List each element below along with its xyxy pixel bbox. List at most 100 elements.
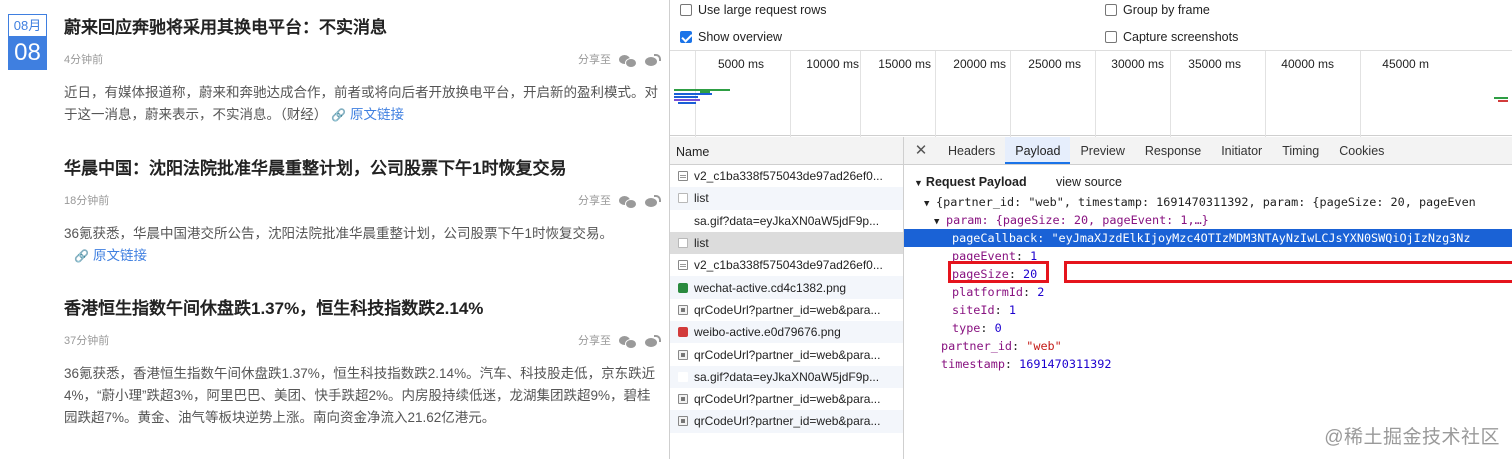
highlight-box-value: [1064, 261, 1512, 283]
xhr-icon: [678, 349, 688, 360]
request-name: wechat-active.cd4c1382.png: [694, 280, 847, 295]
tree-root-row[interactable]: ▼ {partner_id: "web", timestamp: 16914703…: [904, 193, 1512, 211]
request-payload-title: Request Payload: [925, 175, 1027, 189]
timeline-overview[interactable]: 5000 ms 10000 ms 15000 ms 20000 ms 25000…: [670, 50, 1512, 137]
request-detail-pane: ✕ Headers Payload Preview Response Initi…: [904, 137, 1512, 459]
large-rows-checkbox[interactable]: [680, 4, 692, 16]
link-icon: 🔗: [74, 249, 89, 263]
timeline-tick: 15000 ms: [878, 57, 931, 71]
article-time: 18分钟前: [64, 195, 110, 207]
show-overview-label: Show overview: [698, 30, 783, 44]
expand-triangle-icon[interactable]: ▼: [924, 195, 936, 211]
payload-view: ▼ Request Payload view source ▼ {partner_i…: [904, 165, 1512, 373]
wechat-icon[interactable]: [619, 195, 637, 209]
request-name: qrCodeUrl?partner_id=web&para...: [694, 302, 881, 317]
request-payload-header[interactable]: ▼ Request Payload view source: [904, 171, 1512, 193]
tree-param-row[interactable]: ▼ param: {pageSize: 20, pageEvent: 1,…}: [904, 211, 1512, 229]
request-name: sa.gif?data=eyJkaXN0aW5jdF9p...: [694, 213, 880, 228]
checkbox-icon: [678, 193, 688, 204]
request-list: Name v2_c1ba338f575043de97ad26ef0... lis…: [670, 137, 904, 459]
tab-cookies[interactable]: Cookies: [1329, 137, 1394, 164]
tab-initiator[interactable]: Initiator: [1211, 137, 1272, 164]
page-callback-value: eyJmaXJzdElkIjoyMzc4OTIzMDM3NTAyNzIwLCJs…: [1058, 231, 1471, 245]
capture-screenshots-checkbox[interactable]: [1105, 31, 1117, 43]
original-link[interactable]: 🔗 原文链接: [331, 107, 404, 122]
share-bar: 分享至: [578, 191, 661, 211]
tree-field-row[interactable]: partner_id: "web": [904, 337, 1512, 355]
expand-triangle-icon[interactable]: ▼: [934, 213, 946, 229]
original-link-label: 原文链接: [92, 248, 147, 263]
date-day: 08: [9, 36, 46, 69]
timeline-tick: 5000 ms: [717, 57, 764, 71]
weibo-icon[interactable]: [644, 334, 661, 348]
large-rows-option[interactable]: Use large request rows: [680, 3, 827, 17]
wechat-icon[interactable]: [619, 335, 637, 349]
tree-field-row[interactable]: siteId: 1: [904, 301, 1512, 319]
tree-field-row[interactable]: type: 0: [904, 319, 1512, 337]
tree-page-callback-row[interactable]: pageCallback: "eyJmaXJzdElkIjoyMzc4OTIzM…: [904, 229, 1512, 247]
group-by-frame-checkbox[interactable]: [1105, 4, 1117, 16]
field-key: siteId: [952, 303, 995, 317]
original-link-label: 原文链接: [349, 107, 404, 122]
document-icon: [678, 260, 688, 271]
request-row[interactable]: qrCodeUrl?partner_id=web&para...: [670, 343, 903, 365]
field-key: platformId: [952, 285, 1024, 299]
wechat-icon[interactable]: [619, 54, 637, 68]
article-time: 4分钟前: [64, 54, 104, 66]
detail-tabs: ✕ Headers Payload Preview Response Initi…: [904, 137, 1512, 165]
tab-headers[interactable]: Headers: [938, 137, 1005, 164]
group-by-frame-label: Group by frame: [1123, 3, 1210, 17]
capture-screenshots-option[interactable]: Capture screenshots: [1105, 30, 1238, 44]
request-row[interactable]: wechat-active.cd4c1382.png: [670, 276, 903, 299]
request-row[interactable]: qrCodeUrl?partner_id=web&para...: [670, 388, 903, 410]
show-overview-option[interactable]: Show overview: [680, 30, 782, 44]
timeline-tick: 40000 ms: [1281, 57, 1334, 71]
news-feed: 08月 08 蔚来回应奔驰将采用其换电平台：不实消息 4分钟前 分享至 近日，有…: [0, 0, 669, 459]
share-label: 分享至: [578, 195, 611, 207]
payload-tree: ▼ {partner_id: "web", timestamp: 16914703…: [904, 193, 1512, 373]
xhr-icon: [678, 394, 688, 405]
request-row-selected[interactable]: list: [670, 231, 903, 255]
share-label: 分享至: [578, 54, 611, 66]
weibo-icon[interactable]: [644, 194, 661, 208]
group-by-frame-option[interactable]: Group by frame: [1105, 3, 1210, 17]
request-name: qrCodeUrl?partner_id=web&para...: [694, 347, 881, 362]
article-time: 37分钟前: [64, 335, 110, 347]
request-row[interactable]: qrCodeUrl?partner_id=web&para...: [670, 299, 903, 321]
article-body: 36氪获悉，华晨中国港交所公告，沈阳法院批准华晨重整计划，公司股票下午1时恢复交…: [64, 226, 614, 241]
request-row[interactable]: sa.gif?data=eyJkaXN0aW5jdF9p...: [670, 365, 903, 388]
request-name: v2_c1ba338f575043de97ad26ef0...: [694, 169, 883, 184]
share-bar: 分享至: [578, 331, 661, 351]
view-source-link[interactable]: view source: [1056, 171, 1122, 193]
article-title[interactable]: 蔚来回应奔驰将采用其换电平台：不实消息: [64, 16, 660, 40]
article-title[interactable]: 香港恒生指数午间休盘跌1.37%，恒生科技指数跌2.14%: [64, 297, 660, 321]
tab-preview[interactable]: Preview: [1070, 137, 1134, 164]
article-title[interactable]: 华晨中国：沈阳法院批准华晨重整计划，公司股票下午1时恢复交易: [64, 157, 660, 181]
request-row[interactable]: sa.gif?data=eyJkaXN0aW5jdF9p...: [670, 210, 903, 232]
field-key: type: [952, 321, 981, 335]
show-overview-checkbox[interactable]: [680, 31, 692, 43]
request-row[interactable]: qrCodeUrl?partner_id=web&para...: [670, 410, 903, 433]
name-column-header[interactable]: Name: [670, 137, 903, 165]
expand-triangle-icon[interactable]: ▼: [914, 178, 923, 188]
field-value: 1: [1008, 303, 1016, 317]
tab-timing[interactable]: Timing: [1272, 137, 1329, 164]
network-settings: Use large request rows Show overview Gro…: [670, 0, 1512, 50]
request-row[interactable]: v2_c1ba338f575043de97ad26ef0...: [670, 254, 903, 276]
tab-response[interactable]: Response: [1135, 137, 1211, 164]
tree-field-row[interactable]: platformId: 2: [904, 283, 1512, 301]
tree-field-row[interactable]: timestamp: 1691470311392: [904, 355, 1512, 373]
field-value: "web": [1026, 339, 1062, 353]
weibo-icon[interactable]: [644, 53, 661, 67]
request-name: qrCodeUrl?partner_id=web&para...: [694, 414, 881, 429]
news-article: 蔚来回应奔驰将采用其换电平台：不实消息 4分钟前 分享至 近日，有媒体报道称，蔚…: [64, 16, 661, 126]
request-row[interactable]: weibo-active.e0d79676.png: [670, 321, 903, 344]
timeline-tick: 25000 ms: [1028, 57, 1081, 71]
tab-payload[interactable]: Payload: [1005, 137, 1071, 164]
close-icon[interactable]: ✕: [904, 137, 938, 164]
root-summary: {partner_id: "web", timestamp: 169147031…: [936, 195, 1476, 209]
request-row[interactable]: list: [670, 187, 903, 210]
original-link[interactable]: 🔗 原文链接: [74, 248, 147, 263]
article-body: 36氪获悉，香港恒生指数午间休盘跌1.37%，恒生科技指数跌2.14%。汽车、科…: [64, 366, 656, 425]
request-row[interactable]: v2_c1ba338f575043de97ad26ef0...: [670, 165, 903, 187]
